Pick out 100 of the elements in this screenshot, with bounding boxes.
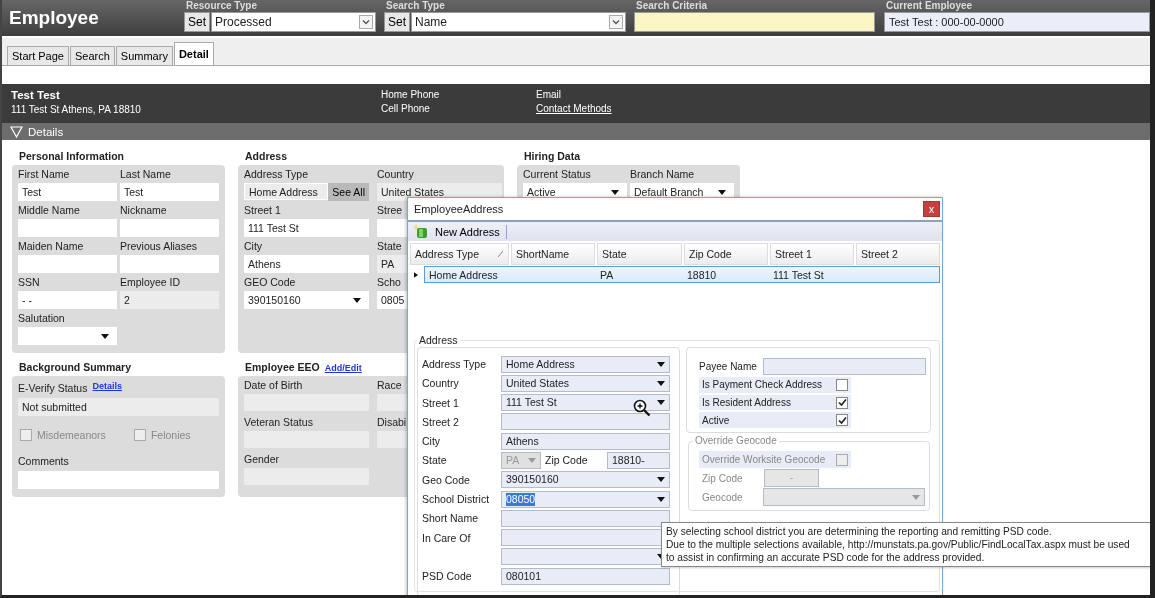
- field-label: Search Type: [385, 0, 446, 11]
- dropdown-arrow-icon: [657, 496, 665, 502]
- field-label: First Name: [18, 167, 70, 181]
- field-label: Payee Name: [699, 361, 758, 372]
- page-title: Employee: [8, 7, 100, 29]
- field-label: Stree: [377, 203, 403, 217]
- dropdown-arrow-icon: [101, 333, 109, 339]
- column-header[interactable]: Street 2: [856, 243, 940, 265]
- text-field[interactable]: [763, 358, 926, 375]
- field-label: Search Criteria: [635, 0, 709, 11]
- text-field[interactable]: [18, 471, 219, 489]
- field-label: Race: [377, 378, 402, 392]
- row-indicator-icon: [414, 269, 418, 280]
- dropdown[interactable]: 390150160: [501, 471, 670, 489]
- column-header[interactable]: ShortName: [511, 243, 595, 265]
- new-address-button[interactable]: New Address: [411, 222, 502, 241]
- tab[interactable]: Start Page: [7, 46, 69, 65]
- info-label: Cell Phone: [381, 103, 431, 114]
- field-label: Street 1: [244, 203, 281, 217]
- text-field[interactable]: Test: [120, 183, 219, 201]
- set-button[interactable]: Set: [184, 12, 210, 32]
- see-all-button[interactable]: See All: [328, 183, 369, 201]
- text-field[interactable]: 080101: [501, 567, 670, 585]
- text-field[interactable]: 111 Test St: [244, 219, 369, 237]
- section-title: Employee EEO: [244, 360, 320, 375]
- table-cell-text: Home Address: [428, 268, 499, 281]
- field-label: Gender: [244, 452, 280, 466]
- dropdown[interactable]: Name: [411, 12, 626, 32]
- dropdown[interactable]: Processed: [211, 12, 376, 32]
- field-label: Geo Code: [422, 473, 471, 486]
- field-label: Comments: [18, 454, 69, 468]
- tab[interactable]: Search: [70, 46, 115, 65]
- checkbox[interactable]: [836, 378, 848, 391]
- text-field[interactable]: [501, 413, 670, 431]
- field-label: Previous Aliases: [120, 239, 198, 253]
- text-field[interactable]: [18, 255, 117, 273]
- text-field[interactable]: [18, 219, 117, 237]
- text-field[interactable]: [501, 509, 670, 527]
- dropdown[interactable]: 111 Test St: [501, 394, 670, 412]
- details-link[interactable]: Details: [92, 381, 122, 391]
- display-field: Test Test : 000-00-0000: [884, 12, 1150, 32]
- add-edit-link[interactable]: Add/Edit: [324, 363, 362, 373]
- dropdown[interactable]: Home Address: [501, 355, 670, 373]
- employee-address: 111 Test St Athens, PA 18810: [11, 104, 142, 115]
- field-label: Address Type: [422, 358, 487, 370]
- field-label: E-Verify Status: [18, 381, 88, 395]
- checkbox-label: Is Payment Check Address: [702, 379, 823, 391]
- field-label: In Care Of: [422, 531, 472, 544]
- text-field[interactable]: [120, 255, 219, 273]
- checkbox[interactable]: [836, 414, 848, 427]
- dialog-title: EmployeeAddress: [414, 203, 504, 215]
- dropdown-arrow-icon: [718, 189, 726, 195]
- field-label: Middle Name: [18, 203, 80, 217]
- tab[interactable]: Summary: [115, 46, 173, 65]
- field-label: Address Type: [244, 167, 308, 181]
- table-cell-text: PA: [599, 268, 615, 281]
- field-label: Nickname: [120, 203, 167, 217]
- checkbox-label: Active: [702, 414, 730, 426]
- field-label: State: [422, 454, 448, 467]
- section-header-bar[interactable]: Details: [2, 123, 1150, 140]
- field-label: Current Employee: [885, 0, 974, 11]
- column-header[interactable]: Zip Code: [684, 243, 768, 265]
- field-label: City: [244, 239, 263, 253]
- field-label: Country: [377, 167, 414, 181]
- readonly-field: 2: [120, 291, 219, 309]
- field-label: Street 1: [422, 396, 460, 409]
- tooltip-text: Due to the multiple selections available, http://munstats.pa.gov/Public/FindLocalTax.aspx must be used: [666, 538, 1131, 551]
- text-field[interactable]: Athens: [501, 432, 670, 450]
- close-button[interactable]: x: [923, 201, 940, 217]
- dropdown[interactable]: [18, 327, 117, 345]
- text-field[interactable]: 18810-: [607, 452, 670, 469]
- chevron-down-icon: [609, 15, 623, 29]
- checkbox[interactable]: [836, 396, 848, 409]
- field-label: GEO Code: [244, 275, 296, 289]
- dropdown-arrow-icon: [657, 477, 665, 483]
- dropdown-arrow-icon: [912, 494, 920, 500]
- dropdown[interactable]: 390150160: [244, 291, 369, 309]
- dropdown[interactable]: United States: [501, 374, 670, 392]
- info-label: Email: [536, 89, 562, 100]
- text-field[interactable]: - -: [18, 291, 117, 309]
- tab[interactable]: Detail: [173, 42, 214, 65]
- dropdown-arrow-icon: [353, 297, 361, 303]
- checkbox-label: Felonies: [150, 429, 191, 441]
- table-row[interactable]: Home Address PA 18810 111 Test St: [424, 266, 940, 283]
- chevron-down-icon: [359, 15, 373, 29]
- table-cell-text: 18810: [686, 268, 718, 281]
- dropdown-arrow-icon: [611, 189, 619, 195]
- text-field[interactable]: Test: [18, 183, 117, 201]
- set-button[interactable]: Set: [384, 12, 410, 32]
- column-header[interactable]: Address Type: [410, 243, 509, 265]
- text-field[interactable]: Athens: [244, 255, 369, 273]
- contact-methods-link[interactable]: Contact Methods: [536, 103, 612, 114]
- text-field[interactable]: [120, 219, 219, 237]
- readonly-field: Home Address: [244, 183, 329, 200]
- column-header[interactable]: Street 1: [770, 243, 854, 265]
- column-header[interactable]: State: [597, 243, 682, 265]
- dropdown-arrow-icon: [657, 380, 665, 386]
- search-field[interactable]: [634, 12, 875, 32]
- tooltip-text: By selecting school district you are determining the reporting and remitting PSD code.: [666, 525, 1053, 538]
- dropdown[interactable]: 08050: [501, 490, 670, 508]
